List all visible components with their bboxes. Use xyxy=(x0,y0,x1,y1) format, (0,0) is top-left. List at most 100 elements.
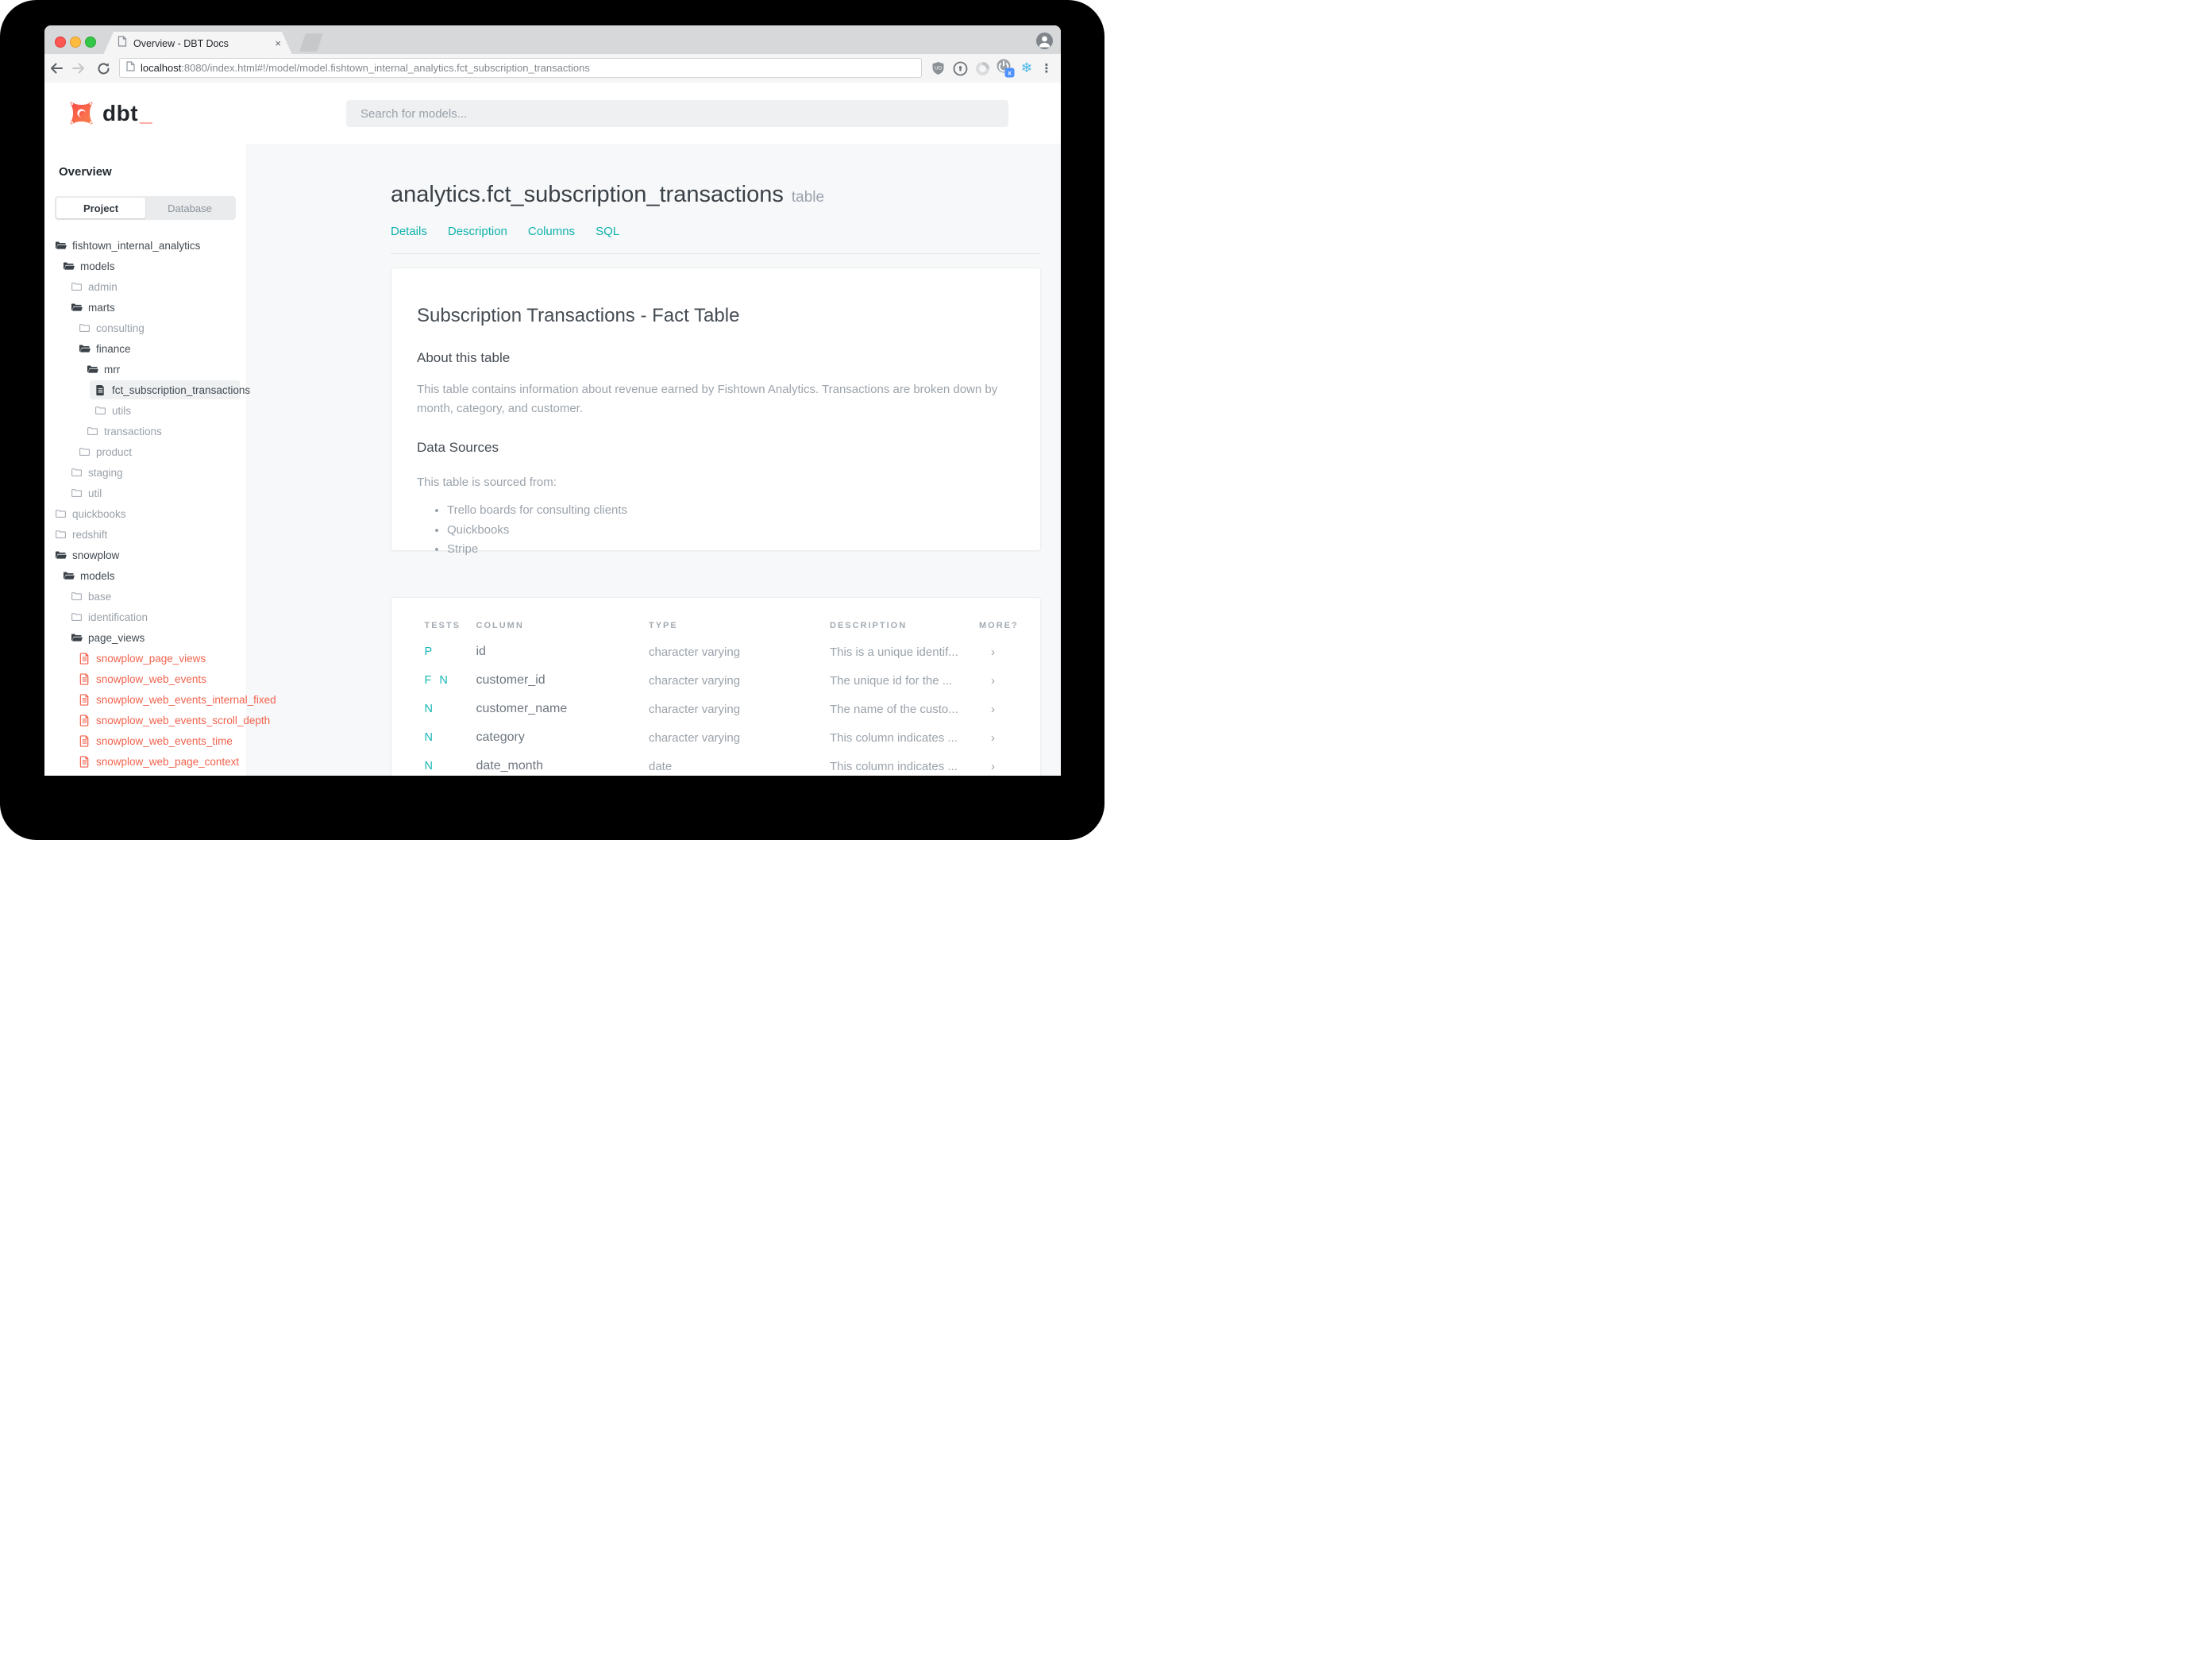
sidebar-view-switch: Project Database xyxy=(55,196,236,220)
loop-swirl-icon[interactable] xyxy=(972,58,993,79)
tree-item-identification[interactable]: identification xyxy=(44,607,246,627)
file-red-icon xyxy=(79,652,91,665)
sidebar-overview-link[interactable]: Overview xyxy=(59,165,112,179)
profile-avatar[interactable] xyxy=(1036,33,1053,49)
cell-column: id xyxy=(476,645,486,658)
folder-open-icon xyxy=(71,632,83,644)
nav-link-details[interactable]: Details xyxy=(391,225,427,238)
tree-item-label: fct_subscription_transactions xyxy=(112,383,251,396)
tree-item-product[interactable]: product xyxy=(44,441,246,462)
tree-item-snowplow_web_events_scroll_depth[interactable]: snowplow_web_events_scroll_depth xyxy=(44,710,270,730)
expand-row-chevron[interactable]: › xyxy=(991,674,995,688)
doc-about-body: This table contains information about re… xyxy=(417,383,998,415)
tree-item-page_views[interactable]: page_views xyxy=(44,627,246,648)
expand-row-chevron[interactable]: › xyxy=(991,645,995,659)
expand-row-chevron[interactable]: › xyxy=(991,703,995,716)
url-bar[interactable]: localhost:8080/index.html#!/model/model.… xyxy=(119,58,922,78)
minimize-window-button[interactable] xyxy=(70,37,81,48)
cell-type: character varying xyxy=(649,645,741,659)
tree-item-label: utils xyxy=(112,404,132,417)
file-icon xyxy=(94,384,106,396)
cell-column: customer_id xyxy=(476,673,546,687)
back-icon[interactable] xyxy=(47,59,66,78)
dbt-logo[interactable]: dbt_ xyxy=(68,100,152,126)
expand-row-chevron[interactable]: › xyxy=(991,731,995,745)
nav-link-sql[interactable]: SQL xyxy=(596,225,619,238)
tab-close-icon[interactable]: × xyxy=(275,38,281,48)
onepassword-icon[interactable] xyxy=(950,58,970,79)
folder-icon xyxy=(55,529,67,541)
tree-item-label: mrr xyxy=(104,363,121,376)
cell-type: character varying xyxy=(649,731,741,745)
tree-item-snowplow_web_events_internal_fixed[interactable]: snowplow_web_events_internal_fixed xyxy=(44,689,276,710)
folder-open-icon xyxy=(71,302,83,314)
folder-icon xyxy=(71,487,83,499)
ublock-shield-icon[interactable]: UO xyxy=(927,58,948,79)
tree-item-admin[interactable]: admin xyxy=(44,276,246,297)
tree-item-label: snowplow xyxy=(72,549,120,561)
snowflake-icon[interactable]: ❄ xyxy=(1016,58,1037,79)
tree-item-snowplow_web_page_context[interactable]: snowplow_web_page_context xyxy=(44,751,246,772)
tree-item-label: snowplow_web_events_internal_fixed xyxy=(96,693,276,706)
tree-item-label: base xyxy=(88,590,112,603)
tree-item-utils[interactable]: utils xyxy=(44,400,246,421)
cell-description: The name of the custo... xyxy=(830,703,958,716)
cell-description: This is a unique identif... xyxy=(830,645,958,659)
tree-item-consulting[interactable]: consulting xyxy=(44,318,246,338)
cell-type: character varying xyxy=(649,703,741,716)
tree-item-fishtown_internal_analytics[interactable]: fishtown_internal_analytics xyxy=(44,235,246,256)
tree-item-models[interactable]: models xyxy=(44,256,246,276)
tree-item-quickbooks[interactable]: quickbooks xyxy=(44,503,246,524)
zoom-window-button[interactable] xyxy=(85,37,96,48)
file-red-icon xyxy=(79,714,91,726)
tree-item-staging[interactable]: staging xyxy=(44,462,246,483)
tree-item-snowplow_page_views[interactable]: snowplow_page_views xyxy=(44,648,246,669)
cell-column: category xyxy=(476,730,525,744)
folder-icon xyxy=(94,405,106,417)
doc-sources-intro: This table is sourced from: xyxy=(417,476,557,489)
svg-text:UO: UO xyxy=(935,67,942,71)
tree-item-label: marts xyxy=(88,301,115,314)
tree-item-redshift[interactable]: redshift xyxy=(44,524,246,545)
folder-icon xyxy=(87,426,98,437)
tree-item-mrr[interactable]: mrr xyxy=(44,359,246,380)
tree-item-label: consulting xyxy=(96,322,145,334)
tab-title: Overview - DBT Docs xyxy=(133,37,229,49)
nav-link-columns[interactable]: Columns xyxy=(528,225,575,238)
folder-open-icon xyxy=(55,549,67,561)
tree-item-marts[interactable]: marts xyxy=(44,297,246,318)
reload-icon[interactable] xyxy=(94,59,113,78)
doc-sources-list: Trello boards for consulting clients Quic… xyxy=(433,503,1019,562)
close-window-button[interactable] xyxy=(55,37,66,48)
new-tab-button[interactable] xyxy=(299,33,323,52)
tree-item-util[interactable]: util xyxy=(44,483,246,503)
forward-icon[interactable] xyxy=(69,59,88,78)
folder-icon xyxy=(71,467,83,479)
tree-item-label: identification xyxy=(88,611,148,623)
tab-project[interactable]: Project xyxy=(56,198,145,218)
tree-item-finance[interactable]: finance xyxy=(44,338,246,359)
tree-item-label: snowplow_web_events_scroll_depth xyxy=(96,714,271,726)
tree-item-snowplow_web_events_time[interactable]: snowplow_web_events_time xyxy=(44,730,246,751)
tree-item-models[interactable]: models xyxy=(44,565,246,586)
url-host: localhost xyxy=(141,62,182,74)
file-red-icon xyxy=(79,734,91,747)
tab-database[interactable]: Database xyxy=(145,198,234,218)
tree-item-fct_subscription_transactions[interactable]: fct_subscription_transactions xyxy=(44,380,250,400)
sidebar: Overview Project Database fishtown_inter… xyxy=(44,144,276,776)
tree-item-snowplow_web_events[interactable]: snowplow_web_events xyxy=(44,669,246,689)
expand-row-chevron[interactable]: › xyxy=(991,760,995,773)
tree-item-transactions[interactable]: transactions xyxy=(44,421,246,441)
search-input[interactable] xyxy=(346,100,1008,127)
browser-tab[interactable]: Overview - DBT Docs × xyxy=(103,32,292,55)
folder-open-icon xyxy=(63,570,75,582)
tree-item-snowplow[interactable]: snowplow xyxy=(44,545,246,565)
nav-link-description[interactable]: Description xyxy=(448,225,507,238)
file-red-icon xyxy=(79,755,91,768)
tree-item-label: util xyxy=(88,487,102,499)
power-extension-icon[interactable]: x xyxy=(995,58,1016,79)
tree-item-label: models xyxy=(80,260,115,272)
tree-item-base[interactable]: base xyxy=(44,586,246,607)
file-red-icon xyxy=(79,672,91,685)
browser-menu-icon[interactable]: ⋮ xyxy=(1036,58,1057,79)
